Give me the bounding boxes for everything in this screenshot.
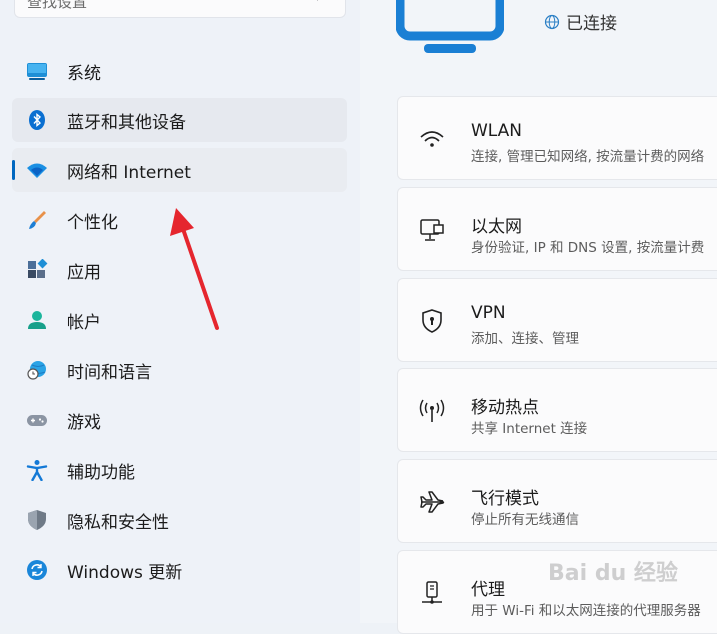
card-description: 添加、连接、管理 <box>471 331 579 347</box>
connection-status-text: 已连接 <box>566 14 617 34</box>
bluetooth-icon <box>26 109 48 131</box>
card-title: 代理 <box>471 580 505 600</box>
update-icon <box>26 559 48 581</box>
wifi-icon <box>26 159 48 181</box>
watermark: Bai du 经验 <box>548 561 678 586</box>
nav-item-accounts[interactable]: 帐户 <box>12 298 347 342</box>
card-description: 停止所有无线通信 <box>471 512 579 528</box>
monitor-icon <box>396 0 504 53</box>
card-title: 飞行模式 <box>471 489 539 509</box>
vpn-shield-icon <box>418 307 446 335</box>
nav-label: 系统 <box>67 63 101 84</box>
navigation-pane: 查找设置 系统 蓝牙和其他设备 网络和 Internet 个性化 应用 帐户 时… <box>0 0 360 623</box>
selection-indicator <box>12 160 15 180</box>
nav-item-bluetooth[interactable]: 蓝牙和其他设备 <box>12 98 347 142</box>
hotspot-icon <box>418 397 446 425</box>
card-title: 移动热点 <box>471 398 539 418</box>
person-icon <box>26 309 48 331</box>
search-icon[interactable] <box>315 0 333 3</box>
globe-clock-icon <box>26 359 48 381</box>
nav-label: 帐户 <box>67 312 101 333</box>
card-airplane-mode[interactable]: 飞行模式 停止所有无线通信 <box>397 459 717 543</box>
nav-item-accessibility[interactable]: 辅助功能 <box>12 448 347 492</box>
globe-icon <box>544 14 560 29</box>
monitor-icon <box>26 60 48 82</box>
card-title: 以太网 <box>471 217 522 237</box>
nav-item-network[interactable]: 网络和 Internet <box>12 148 347 192</box>
brush-icon <box>26 209 48 231</box>
card-vpn[interactable]: VPN 添加、连接、管理 <box>397 278 717 362</box>
nav-item-personalization[interactable]: 个性化 <box>12 198 347 242</box>
content-pane: 已连接 WLAN 连接, 管理已知网络, 按流量计费的网络 以太网 身份验证, … <box>360 0 717 634</box>
card-wlan[interactable]: WLAN 连接, 管理已知网络, 按流量计费的网络 <box>397 96 717 180</box>
ethernet-icon <box>418 216 446 244</box>
nav-label: 游戏 <box>67 412 101 433</box>
nav-label: 隐私和安全性 <box>67 512 169 533</box>
card-mobile-hotspot[interactable]: 移动热点 共享 Internet 连接 <box>397 368 717 452</box>
nav-label: Windows 更新 <box>67 562 183 583</box>
accessibility-icon <box>26 459 48 481</box>
nav-label: 辅助功能 <box>67 462 135 483</box>
gamepad-icon <box>26 409 48 431</box>
apps-icon <box>26 259 48 281</box>
nav-item-privacy[interactable]: 隐私和安全性 <box>12 498 347 542</box>
nav-label: 应用 <box>67 262 101 283</box>
card-description: 连接, 管理已知网络, 按流量计费的网络 <box>471 149 705 165</box>
search-box[interactable]: 查找设置 <box>14 0 346 18</box>
card-description: 共享 Internet 连接 <box>471 421 588 437</box>
nav-item-gaming[interactable]: 游戏 <box>12 398 347 442</box>
nav-label: 个性化 <box>67 212 118 233</box>
card-title: VPN <box>471 303 506 323</box>
nav-item-apps[interactable]: 应用 <box>12 248 347 292</box>
wifi-icon <box>418 125 446 153</box>
card-description: 身份验证, IP 和 DNS 设置, 按流量计费 <box>471 240 705 256</box>
nav-item-time-language[interactable]: 时间和语言 <box>12 348 347 392</box>
nav-item-windows-update[interactable]: Windows 更新 <box>12 548 347 592</box>
search-placeholder: 查找设置 <box>27 0 88 11</box>
card-ethernet[interactable]: 以太网 身份验证, IP 和 DNS 设置, 按流量计费 <box>397 187 717 271</box>
nav-item-system[interactable]: 系统 <box>12 49 347 93</box>
proxy-icon <box>418 579 446 607</box>
nav-label: 时间和语言 <box>67 362 152 383</box>
airplane-icon <box>418 488 446 516</box>
nav-label: 蓝牙和其他设备 <box>67 112 186 133</box>
connection-status: 已连接 <box>544 9 617 34</box>
shield-icon <box>26 509 48 531</box>
card-description: 用于 Wi-Fi 和以太网连接的代理服务器 <box>471 603 701 619</box>
card-title: WLAN <box>471 121 523 141</box>
nav-label: 网络和 Internet <box>67 162 191 183</box>
